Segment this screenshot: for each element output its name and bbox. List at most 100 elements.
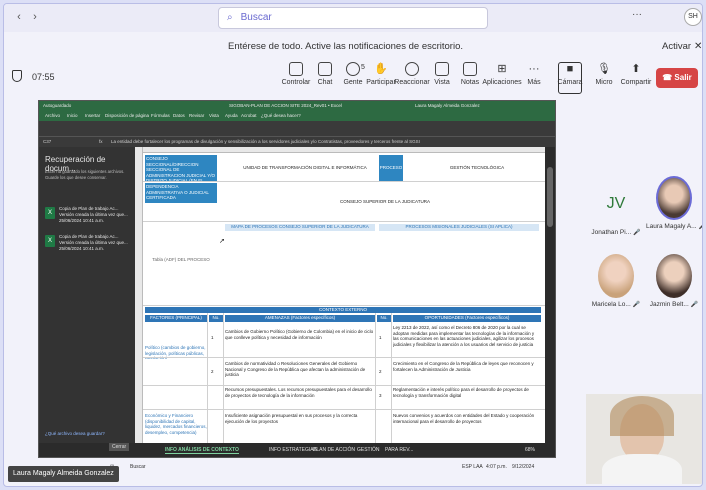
menu-vista[interactable]: Vista	[209, 113, 219, 118]
back-arrow-icon[interactable]: ‹	[12, 10, 26, 24]
scroll-thumb[interactable]	[547, 167, 553, 227]
menu-disposicion[interactable]: Disposición de página	[105, 113, 149, 118]
table-cell[interactable]: Cambios de Gobierno Político (Gobierno d…	[225, 329, 375, 349]
more-icon: ···	[528, 63, 540, 75]
excel-file-icon: X	[45, 207, 55, 219]
table-cell[interactable]: 2	[379, 369, 389, 375]
row-headers	[135, 147, 143, 443]
table-cell[interactable]: Ley 2213 de 2022, así como el Decreto 80…	[393, 325, 541, 355]
menu-ayuda[interactable]: Ayuda	[225, 113, 238, 118]
activate-notifications-button[interactable]: Activar	[662, 41, 691, 52]
dependency-cell[interactable]: DEPENDENCIA ADMINISTRATIVA O JUDICIAL CE…	[145, 183, 217, 203]
people-icon	[346, 62, 360, 76]
mic-off-icon: 🎤	[633, 230, 641, 236]
view-icon	[435, 62, 449, 76]
unit-title-cell[interactable]: UNIDAD DE TRANSFORMACIÓN DIGITAL E INFOR…	[225, 165, 385, 171]
excel-file-title: SIGOBAN-PLAN DE ACCION SITE 2024_Rev01 •…	[229, 103, 342, 108]
col-factors-header[interactable]: FACTORES (PRINCIPAL)	[145, 315, 207, 322]
table-cell[interactable]: 1	[211, 335, 221, 341]
col-no2-header[interactable]: No.	[377, 315, 391, 322]
participant-avatar	[656, 254, 692, 298]
shared-screen: Autoguardado SIGOBAN-PLAN DE ACCION SITE…	[38, 100, 556, 458]
notification-bar: Entérese de todo. Active las notificacio…	[4, 36, 702, 56]
excel-file-icon: X	[45, 235, 55, 247]
menu-insertar[interactable]: Insertar	[85, 113, 100, 118]
tab-para-rev[interactable]: PARA REV...	[385, 447, 413, 453]
menu-revisar[interactable]: Revisar	[189, 113, 204, 118]
tab-gestion[interactable]: GESTIÓN	[357, 447, 380, 453]
table-cell[interactable]: Insuficiente asignación presupuestal en …	[225, 413, 375, 431]
col-threats-header[interactable]: AMENAZAS (Factores específicos)	[225, 315, 375, 322]
recovery-file[interactable]: X Copia de Plan de trabajo Ac... Versión…	[45, 233, 131, 257]
menu-tell-me[interactable]: ¿Qué desea hacer?	[261, 113, 301, 118]
call-toolbar: 07:55 Controlar Chat Gente 5 ✋ Participar…	[4, 60, 702, 96]
process-value-cell[interactable]: GESTIÓN TECNOLÓGICA	[415, 165, 539, 171]
recovery-close-button[interactable]: Cerrar	[109, 443, 130, 451]
menu-archivo[interactable]: Archivo	[45, 113, 60, 118]
share-button[interactable]: ⬆ Compartir	[616, 62, 656, 86]
zoom-level[interactable]: 68%	[525, 447, 535, 453]
menu-inicio[interactable]: Inicio	[67, 113, 78, 118]
tab-estrategias[interactable]: INFO ESTRATEGIAS	[269, 447, 317, 453]
formula-fx-icon: fx	[99, 139, 103, 144]
vertical-scrollbar[interactable]	[545, 147, 555, 443]
org-left-cell[interactable]: CONSEJO SECCIONAL/DIRECCION SECCIONAL DE…	[145, 155, 217, 181]
mic-off-icon: 🎤	[632, 302, 641, 308]
self-video-hair	[610, 396, 674, 436]
participant-initials: JV	[606, 195, 626, 212]
name-box[interactable]: C37	[43, 139, 51, 144]
recovery-description: Excel ha guardado los siguientes archivo…	[45, 169, 125, 180]
participant-tile[interactable]: Jazmin Belt... 🎤	[646, 254, 702, 308]
process-label-cell[interactable]: PROCESO	[379, 155, 403, 181]
close-icon[interactable]: ✕	[694, 41, 702, 52]
table-cell[interactable]: Reglamentación e interés político para e…	[393, 387, 541, 405]
menu-formulas[interactable]: Fórmulas	[151, 113, 170, 118]
search-input[interactable]: ⌕ Buscar	[218, 7, 488, 29]
process-table-label[interactable]: Tabla (ADF) DEL PROCESO	[145, 257, 217, 263]
leave-button[interactable]: ☎ Salir	[656, 68, 698, 88]
taskbar-time: 4:07 p.m.	[486, 464, 507, 470]
user-avatar[interactable]: SH	[684, 8, 702, 26]
sheet-tabs: INFO ANÁLISIS DE CONTEXTO INFO ESTRATEGI…	[135, 443, 555, 457]
top-bar: ‹ › ⌕ Buscar ··· SH	[4, 4, 702, 32]
table-cell[interactable]: Recursos presupuestales. Los recursos pr…	[225, 387, 375, 405]
forward-arrow-icon[interactable]: ›	[28, 10, 42, 24]
col-no-header[interactable]: No.	[209, 315, 223, 322]
table-cell[interactable]: 1	[379, 335, 389, 341]
table-cell[interactable]: Nuevos convenios y acuerdos con entidade…	[393, 413, 541, 431]
more-options-icon[interactable]: ···	[632, 9, 642, 20]
apps-icon: ⊞	[497, 63, 507, 75]
recovery-file[interactable]: X Copia de Plan de trabajo Ac... Versión…	[45, 205, 131, 229]
council-cell[interactable]: CONSEJO SUPERIOR DE LA JUDICATURA	[285, 199, 485, 205]
table-cell[interactable]: 2	[211, 369, 221, 375]
table-cell[interactable]: Crecimiento en el Congreso de la Repúbli…	[393, 361, 541, 381]
spreadsheet[interactable]: CONSEJO SECCIONAL/DIRECCION SECCIONAL DE…	[135, 147, 545, 443]
search-icon: ⌕	[227, 12, 233, 23]
table-cell[interactable]: Económico y Financiero (disponibilidad d…	[145, 413, 207, 441]
participant-tile[interactable]: Maricela Lo... 🎤	[590, 254, 642, 308]
external-context-header[interactable]: CONTEXTO EXTERNO	[145, 307, 541, 313]
document-recovery-pane: Recuperación de docum... Excel ha guarda…	[39, 147, 135, 443]
phone-icon: ☎	[662, 73, 673, 82]
mic-off-icon: 🎤	[690, 302, 699, 308]
recovery-question-link[interactable]: ¿Qué archivo desea guardar?	[45, 431, 105, 436]
mission-process-band[interactable]: PROCESOS MISIONALES JUDICIALES (SI APLIC…	[379, 224, 539, 231]
camera-icon: ■	[566, 63, 574, 75]
more-button[interactable]: ··· Más	[514, 62, 554, 86]
menu-datos[interactable]: Datos	[173, 113, 185, 118]
table-cell[interactable]: Cambios de normatividad o Resoluciones G…	[225, 361, 375, 381]
tab-analisis-contexto[interactable]: INFO ANÁLISIS DE CONTEXTO	[165, 447, 239, 454]
formula-input[interactable]: La entidad debe fortalecer los programas…	[111, 139, 551, 144]
react-icon	[405, 62, 419, 76]
taskbar-search: Buscar	[130, 464, 146, 470]
col-opportunities-header[interactable]: OPORTUNIDADES (Factores específicos)	[393, 315, 541, 322]
tab-plan-accion[interactable]: PLAN DE ACCIÓN	[313, 447, 355, 453]
participant-tile[interactable]: Laura Magaly A...🎤	[646, 176, 702, 230]
call-timer: 07:55	[32, 72, 55, 82]
self-video-tile[interactable]	[586, 394, 702, 484]
process-map-band[interactable]: MAPA DE PROCESOS CONSEJO SUPERIOR DE LA …	[225, 224, 375, 231]
participant-tile[interactable]: JV Jonathan Pi... 🎤	[590, 182, 642, 236]
menu-acrobat[interactable]: Acrobat	[241, 113, 257, 118]
table-cell[interactable]: 3	[379, 393, 389, 399]
taskbar-lang: ESP LAA	[462, 464, 483, 470]
